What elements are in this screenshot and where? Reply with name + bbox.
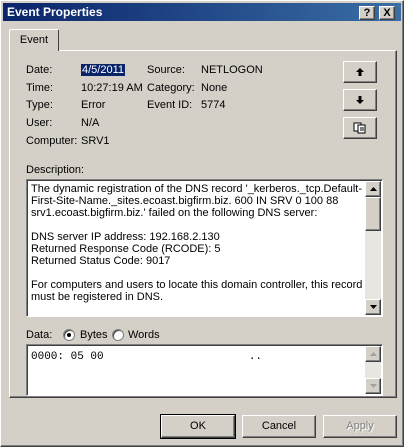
description-line: For computers and users to locate this d… [31, 279, 363, 291]
title-bar: Event Properties ? X [3, 3, 401, 21]
triangle-down-icon [369, 384, 377, 388]
date-label: Date: [26, 64, 53, 76]
computer-value: SRV1 [81, 135, 110, 147]
description-scrollbar[interactable] [365, 181, 381, 315]
triangle-down-icon [369, 305, 377, 309]
data-label: Data: [26, 329, 53, 341]
scroll-down-button[interactable] [365, 299, 381, 315]
description-line: The dynamic registration of the DNS reco… [31, 183, 363, 195]
radio-dot [67, 333, 71, 337]
time-value: 10:27:19 AM [81, 82, 143, 94]
bytes-radio-label[interactable]: Bytes [80, 329, 108, 341]
description-line [31, 219, 367, 231]
description-line: First-Site-Name._sites.ecoast.bigfirm.bi… [31, 195, 339, 207]
words-radio-label[interactable]: Words [128, 329, 160, 341]
copy-button[interactable] [343, 117, 377, 139]
description-line: Returned Status Code: 9017 [31, 255, 171, 267]
description-line: DNS server IP address: 192.168.2.130 [31, 231, 220, 243]
close-button[interactable]: X [379, 6, 395, 20]
event-id-value: 5774 [201, 99, 226, 111]
help-button[interactable]: ? [359, 6, 375, 20]
source-label: Source: [147, 64, 185, 76]
category-value: None [201, 82, 228, 94]
user-value: N/A [81, 117, 100, 129]
triangle-up-icon [369, 187, 377, 191]
window-title: Event Properties [7, 5, 103, 19]
data-textbox[interactable]: 0000: 05 00 .. [26, 344, 383, 396]
description-line: Returned Response Code (RCODE): 5 [31, 243, 221, 255]
data-hex-line: 0000: 05 00 .. [31, 351, 263, 363]
event-id-label: Event ID: [147, 99, 193, 111]
type-label: Type: [26, 99, 53, 111]
description-line [31, 267, 367, 279]
arrow-down-icon [356, 96, 364, 104]
scroll-thumb[interactable] [365, 197, 381, 231]
description-label: Description: [26, 164, 85, 176]
computer-label: Computer: [26, 135, 78, 147]
words-radio[interactable] [112, 329, 124, 341]
copy-icon [353, 122, 366, 134]
date-value[interactable]: 4/5/2011 [81, 64, 126, 76]
event-properties-window: Event Properties ? X Event Date: 4/5/201… [0, 0, 404, 447]
data-scroll-down-button[interactable] [365, 378, 381, 394]
date-value-wrap: 4/5/2011 [81, 64, 126, 76]
triangle-up-icon [369, 352, 377, 356]
cancel-button[interactable]: Cancel [242, 415, 316, 438]
apply-button[interactable]: Apply [323, 415, 397, 438]
category-label: Category: [147, 82, 195, 94]
description-textbox[interactable]: The dynamic registration of the DNS reco… [26, 179, 383, 317]
time-label: Time: [26, 82, 54, 94]
user-label: User: [26, 117, 53, 129]
scroll-up-button[interactable] [365, 181, 381, 197]
data-scrollbar[interactable] [365, 346, 381, 394]
tab-event[interactable]: Event [9, 29, 59, 51]
source-value: NETLOGON [201, 64, 263, 76]
type-value: Error [81, 99, 106, 111]
next-event-button[interactable] [343, 89, 377, 111]
previous-event-button[interactable] [343, 61, 377, 83]
bytes-radio[interactable] [63, 329, 75, 341]
description-line: srv1.ecoast.bigfirm.biz.' failed on the … [31, 207, 318, 219]
data-scroll-up-button[interactable] [365, 346, 381, 362]
ok-button[interactable]: OK [160, 414, 236, 439]
arrow-up-icon [356, 68, 364, 76]
description-text: The dynamic registration of the DNS reco… [31, 183, 367, 303]
description-line: must be registered in DNS. [31, 291, 164, 303]
